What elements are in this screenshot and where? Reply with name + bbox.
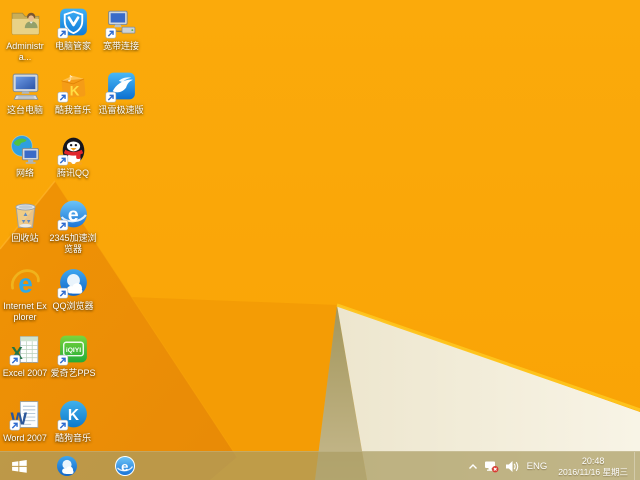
kugou-music-icon: K (57, 400, 87, 431)
icon-label: 这台电脑 (6, 105, 43, 115)
svg-text:K: K (67, 407, 79, 424)
network-icon (10, 135, 39, 164)
clock[interactable]: 20:48 2016/11/16 星期三 (552, 452, 634, 480)
administrator-folder-icon (11, 12, 39, 35)
icon-label: 腾讯QQ (56, 168, 89, 178)
desktop-icon-kuwo-music[interactable]: ♪ K 酷我音乐 (49, 70, 97, 116)
internet-explorer-icon: e (10, 269, 40, 298)
pc-manager-icon (57, 8, 87, 39)
qq-icon (57, 137, 84, 166)
desktop-icon-internet-explorer[interactable]: e Internet Explorer (1, 266, 49, 323)
network-disconnected-icon (484, 461, 499, 472)
taskbar-app-qq-browser[interactable] (48, 452, 86, 480)
icon-label: 酷我音乐 (54, 105, 91, 115)
icon-label: 网络 (15, 168, 34, 178)
desktop-icon-recycle-bin[interactable]: 回收站 (1, 198, 49, 244)
svg-text:e: e (18, 270, 32, 298)
icon-label: 迅雷极速版 (98, 105, 144, 115)
taskbar: e ENG 20:48 2016/11/16 星期三 (0, 451, 640, 480)
desktop-icon-pc-manager[interactable]: 电脑管家 (49, 6, 97, 52)
desktop-icon-xunlei[interactable]: 迅雷极速版 (97, 70, 145, 116)
clock-date: 2016/11/16 星期三 (558, 466, 628, 477)
system-tray: ENG 20:48 2016/11/16 星期三 (465, 452, 640, 480)
kuwo-music-icon: ♪ K (57, 74, 85, 103)
show-desktop-button[interactable] (634, 452, 640, 480)
icon-label: 爱奇艺PPS (50, 368, 96, 378)
desktop-icon-qq[interactable]: 腾讯QQ (49, 133, 97, 179)
desktop-icon-iqiyi-pps[interactable]: iQIYI 爱奇艺PPS (49, 333, 97, 379)
desktop-icon-2345-browser[interactable]: e 2345加速浏览器 (49, 198, 97, 255)
this-pc-icon (12, 73, 39, 100)
desktop-icon-word-2007[interactable]: W Word 2007 (1, 398, 49, 444)
desktop-icon-kugou-music[interactable]: K 酷狗音乐 (49, 398, 97, 444)
word-2007-icon: W (9, 401, 38, 431)
qq-browser-taskbar-icon (57, 456, 77, 476)
svg-text:e: e (121, 459, 128, 474)
icon-label: 2345加速浏览器 (49, 233, 97, 254)
desktop-icon-qq-browser[interactable]: QQ浏览器 (49, 266, 97, 312)
icon-label: QQ浏览器 (52, 301, 94, 311)
desktop-icon-broadband-connection[interactable]: 宽带连接 (97, 6, 145, 52)
icon-label: 回收站 (11, 233, 39, 243)
language-indicator[interactable]: ENG (522, 452, 553, 480)
svg-text:e: e (67, 204, 78, 226)
recycle-bin-icon (14, 203, 36, 228)
icon-label: 酷狗音乐 (54, 433, 91, 443)
start-button[interactable] (0, 452, 38, 480)
desktop: Administra... 电脑管家 宽带连接 这台电脑 ♪ K 酷我音乐 迅雷… (0, 0, 640, 480)
volume-icon (505, 460, 518, 472)
e-browser-taskbar-icon: e (115, 456, 135, 476)
icon-label: Internet Explorer (3, 301, 47, 322)
svg-text:K: K (69, 83, 79, 98)
volume-button[interactable] (502, 452, 522, 480)
icon-label: 宽带连接 (102, 41, 139, 51)
taskbar-app-e-browser[interactable]: e (106, 452, 144, 480)
iqiyi-pps-icon: iQIYI (57, 335, 87, 366)
clock-time: 20:48 (581, 455, 605, 466)
desktop-icon-excel-2007[interactable]: X Excel 2007 (1, 333, 49, 379)
broadband-connection-icon (105, 10, 135, 39)
hidden-icons-button[interactable] (465, 452, 481, 480)
windows-start-icon (11, 459, 27, 473)
icon-label: Excel 2007 (2, 368, 48, 378)
excel-2007-icon: X (9, 336, 38, 366)
chevron-up-icon (468, 463, 477, 469)
desktop-icon-network[interactable]: 网络 (1, 133, 49, 179)
2345-browser-icon: e (57, 200, 87, 231)
icon-label: Administra... (6, 41, 44, 62)
network-status-button[interactable] (481, 452, 502, 480)
icon-label: 电脑管家 (54, 41, 91, 51)
svg-text:iQIYI: iQIYI (65, 347, 80, 354)
desktop-icon-administrator-folder[interactable]: Administra... (1, 6, 49, 63)
xunlei-icon (105, 72, 135, 103)
qq-browser-icon (57, 269, 87, 299)
desktop-icon-this-pc[interactable]: 这台电脑 (1, 70, 49, 116)
icon-label: Word 2007 (3, 433, 47, 443)
